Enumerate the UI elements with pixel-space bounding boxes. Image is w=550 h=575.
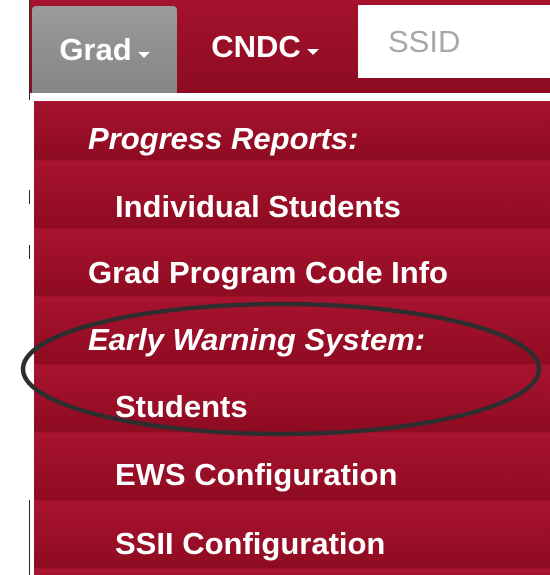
menu-item-ssii-configuration[interactable]: SSII Configuration <box>34 510 550 575</box>
grad-menu-label: Grad <box>59 31 132 67</box>
menu-item-label: Students <box>115 389 248 424</box>
grad-dropdown-menu: Progress Reports: Individual Students Gr… <box>30 93 550 575</box>
cndc-menu-label: CNDC <box>211 28 301 64</box>
screenshot-stage: Grad CNDC Progress Reports: Individual S… <box>0 0 550 575</box>
menu-item-grad-program-code-info[interactable]: Grad Program Code Info <box>34 239 550 307</box>
top-navbar: Grad CNDC <box>30 0 550 93</box>
menu-header-early-warning-system: Early Warning System: <box>34 306 550 374</box>
ssid-search-input[interactable] <box>358 5 550 78</box>
menu-item-label: EWS Configuration <box>115 457 398 492</box>
menu-header-label: Progress Reports: <box>88 121 359 156</box>
menu-header-label: Early Warning System: <box>88 322 426 357</box>
menu-item-students[interactable]: Students <box>34 373 550 441</box>
menu-item-label: Individual Students <box>115 189 401 224</box>
page-edge <box>0 0 31 575</box>
caret-down-icon <box>137 51 150 58</box>
cndc-menu-toggle[interactable]: CNDC <box>190 0 340 93</box>
menu-header-progress-reports: Progress Reports: <box>34 105 550 173</box>
menu-item-ews-configuration[interactable]: EWS Configuration <box>34 441 550 509</box>
menu-item-label: SSII Configuration <box>115 526 386 561</box>
caret-down-icon <box>306 48 319 55</box>
grad-menu-toggle[interactable]: Grad <box>32 6 177 93</box>
menu-item-label: Grad Program Code Info <box>88 255 448 290</box>
menu-item-individual-students[interactable]: Individual Students <box>34 173 550 241</box>
